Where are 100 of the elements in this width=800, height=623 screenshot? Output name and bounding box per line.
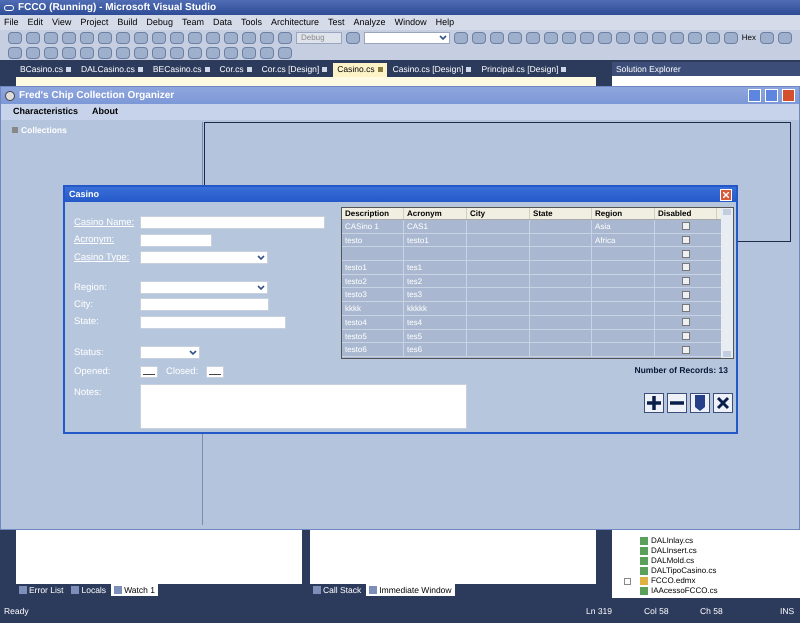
toolbar-icon[interactable] [454,32,468,44]
toolbar-icon[interactable] [562,32,576,44]
close-button[interactable] [782,89,795,102]
document-tab[interactable]: Casino.cs [333,62,387,76]
cancel-button[interactable] [713,392,733,413]
toolbar-icon[interactable] [224,46,238,58]
column-header[interactable]: Acronym [404,208,467,219]
text-field[interactable] [140,234,212,247]
toolbar-icon[interactable] [134,46,148,58]
toolbar-icon[interactable] [98,32,112,44]
document-tab[interactable]: BECasino.cs [148,62,214,76]
toolbar-icon[interactable] [116,46,130,58]
column-header[interactable]: Disabled [655,208,717,219]
toolbar-icon[interactable] [490,32,504,44]
menu-item[interactable]: Edit [28,16,44,30]
hex-label[interactable]: Hex [742,32,756,44]
toolbar-icon[interactable] [580,32,594,44]
date-field[interactable] [140,366,158,378]
expand-icon[interactable] [12,127,18,134]
toolbar-icon[interactable] [724,32,738,44]
checkbox[interactable] [682,236,690,244]
close-button[interactable] [720,188,732,200]
minimize-button[interactable] [748,89,761,102]
toolbar-icon[interactable] [134,32,148,44]
toolbar-icon[interactable] [670,32,684,44]
tree-item[interactable]: DALInsert.cs [640,546,800,556]
toolbar-icon[interactable] [544,32,558,44]
column-header[interactable]: State [530,208,592,219]
text-field[interactable] [140,216,325,230]
toolbar-icon[interactable] [242,46,256,58]
checkbox[interactable] [682,250,690,258]
combo-box[interactable] [140,281,268,294]
toolbar-icon[interactable] [206,46,220,58]
menu-item[interactable]: Window [394,16,427,30]
toolbar-icon[interactable] [152,32,166,44]
column-header[interactable]: City [467,208,530,219]
expand-icon[interactable] [624,578,631,584]
combo-box[interactable] [140,346,200,360]
document-tab[interactable]: BCasino.cs [16,62,75,76]
document-tab[interactable]: Principal.cs [Design] [477,62,570,76]
text-field[interactable] [140,298,269,312]
toolbar-icon[interactable] [44,32,58,44]
toolbar-icon[interactable] [62,46,76,58]
date-field[interactable] [206,366,224,378]
toolbar-icon[interactable] [778,32,792,44]
toolbar-icon[interactable] [346,32,360,44]
toolbar-icon[interactable] [688,32,702,44]
add-button[interactable] [644,392,664,413]
menu-item[interactable]: File [4,16,19,30]
toolbar-icon[interactable] [526,32,540,44]
toolbar-icon[interactable] [26,46,40,58]
text-field[interactable] [140,316,286,329]
toolbar-icon[interactable] [616,32,630,44]
column-header[interactable]: Description [342,208,404,219]
toolbar-icon[interactable] [8,32,22,44]
toolbar-icon[interactable] [26,32,40,44]
checkbox[interactable] [682,346,690,354]
toolbar-icon[interactable] [170,46,184,58]
checkbox[interactable] [682,290,690,299]
toolbar-icon[interactable] [260,46,274,58]
remove-button[interactable] [667,392,687,413]
save-button[interactable] [690,392,710,413]
combo-box[interactable] [140,251,268,264]
menu-item[interactable]: Tools [240,16,262,30]
toolbar-icon[interactable] [278,46,292,58]
toolbar-icon[interactable] [62,32,76,44]
panel-tab[interactable]: Call Stack [310,584,364,596]
panel-tab[interactable]: Locals [68,584,110,596]
menu-item[interactable]: Architecture [271,16,320,30]
toolbar-icon[interactable] [278,32,292,44]
checkbox[interactable] [682,277,690,286]
toolbar-icon[interactable] [206,32,220,44]
checkbox[interactable] [682,222,690,230]
toolbar-icon[interactable] [188,46,202,58]
toolbar-icon[interactable] [508,32,522,44]
document-tab[interactable]: Casino.cs [Design] [388,62,476,76]
toolbar-icon[interactable] [634,32,648,44]
menu-item[interactable]: Team [182,16,204,30]
checkbox[interactable] [682,304,690,312]
notes-field[interactable] [140,384,467,429]
document-tab[interactable]: DALCasino.cs [77,62,147,76]
toolbar-icon[interactable] [44,46,58,58]
tree-item[interactable]: DALMold.cs [640,556,800,566]
find-combo[interactable] [364,32,450,44]
toolbar-icon[interactable] [260,32,274,44]
toolbar-icon[interactable] [98,46,112,58]
menu-item[interactable]: Analyze [354,16,386,30]
menu-item[interactable]: Build [117,16,138,30]
toolbar-icon[interactable] [652,32,666,44]
document-tab[interactable]: Cor.cs [Design] [258,62,332,76]
toolbar-icon[interactable] [598,32,612,44]
toolbar-icon[interactable] [472,32,486,44]
toolbar-icon[interactable] [80,32,94,44]
toolbar-icon[interactable] [80,46,94,58]
toolbar-icon[interactable] [116,32,130,44]
toolbar-icon[interactable] [224,32,238,44]
tree-item[interactable]: DALTipoCasino.cs [640,566,800,576]
toolbar-icon[interactable] [188,32,202,44]
toolbar-icon[interactable] [8,46,22,58]
maximize-button[interactable] [765,89,778,102]
